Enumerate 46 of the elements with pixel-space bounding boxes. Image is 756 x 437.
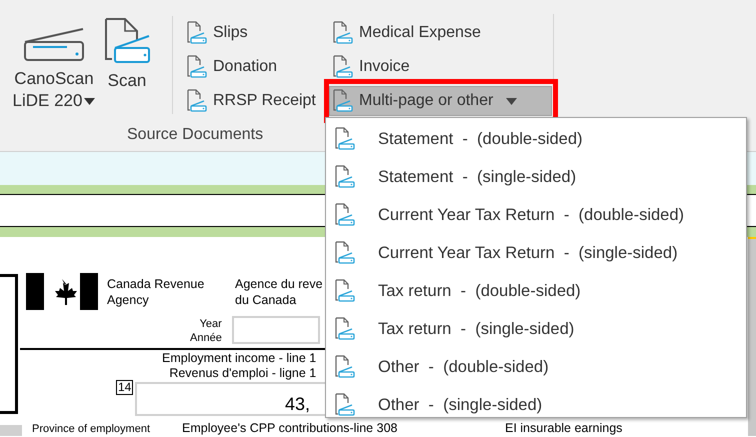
document-scanner-icon	[334, 355, 356, 379]
flag-icon	[26, 273, 98, 310]
menu-item[interactable]: Other - (double-sided)	[326, 348, 746, 386]
menu-item[interactable]: Tax return - (single-sided)	[326, 310, 746, 348]
document-scanner-icon	[186, 89, 208, 113]
field-label: Province of employment	[32, 423, 150, 435]
document-type-button[interactable]: RRSP Receipt	[183, 86, 324, 116]
agency-name: Canada Revenue Agency	[107, 276, 204, 308]
province-marker	[0, 425, 22, 436]
menu-item[interactable]: Statement - (double-sided)	[326, 120, 746, 158]
caret-icon	[506, 98, 518, 104]
document-scanner-icon	[334, 127, 356, 151]
menu-item[interactable]: Statement - (single-sided)	[326, 158, 746, 196]
document-scanner-icon	[332, 55, 354, 79]
document-type-button[interactable]: Slips	[183, 18, 256, 48]
document-type-button[interactable]: Donation	[183, 52, 286, 82]
document-scanner-icon	[334, 279, 356, 303]
scan-button[interactable]: Scan	[102, 18, 152, 92]
document-scanner-icon	[332, 89, 354, 113]
document-scanner-icon	[103, 18, 151, 64]
document-scanner-icon	[334, 317, 356, 341]
menu-item[interactable]: Current Year Tax Return - (double-sided)	[326, 196, 746, 234]
document-type-button[interactable]: Multi-page or other	[329, 86, 552, 116]
scanner-button[interactable]: CanoScan LiDE 220	[10, 18, 98, 112]
amount-value: 43,	[285, 394, 310, 414]
field-label: Employee's CPP contributions-line 308	[182, 421, 398, 435]
agency-name: Agence du reve du Canada	[235, 276, 323, 308]
document-scanner-icon	[334, 241, 356, 265]
document-scanner-icon	[186, 55, 208, 79]
scanner-icon	[21, 26, 87, 62]
menu-item[interactable]: Current Year Tax Return - (single-sided)	[326, 234, 746, 272]
year-label: Year Année	[190, 317, 222, 345]
document-scanner-icon	[186, 21, 208, 45]
menu-item[interactable]: Other - (single-sided)	[326, 386, 746, 424]
field-label: Employment income - line 1 Revenus d'emploi - ligne 1	[162, 351, 316, 381]
document-scanner-icon	[334, 203, 356, 227]
group-label: Source Documents	[127, 125, 264, 145]
document-scanner-icon	[332, 21, 354, 45]
caret-icon	[84, 98, 96, 104]
menu-item[interactable]: Tax return - (double-sided)	[326, 272, 746, 310]
year-field[interactable]	[232, 316, 320, 344]
field-label: EI insurable earnings	[505, 421, 622, 435]
box-number: 14	[116, 380, 134, 395]
document-scanner-icon	[334, 165, 356, 189]
document-type-button[interactable]: Invoice	[329, 52, 418, 82]
document-type-button[interactable]: Medical Expense	[329, 18, 489, 48]
